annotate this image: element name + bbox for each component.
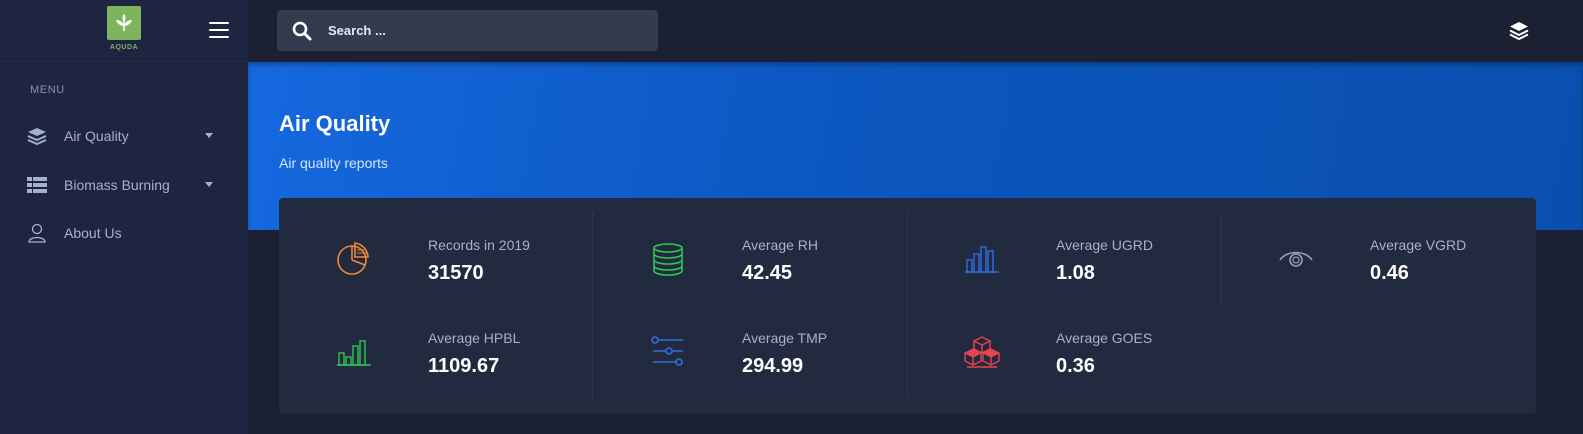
bar-chart-icon: [963, 240, 1001, 278]
sidebar-item-label: Biomass Burning: [64, 177, 170, 193]
table-list-icon: [27, 175, 47, 195]
logo[interactable]: AQUDA: [107, 6, 141, 52]
sidebar: AQUDA MENU Air Quality Biomass Burning A…: [0, 0, 248, 434]
boxes-icon: [963, 333, 1001, 371]
stat-average-goes: Average GOES 0.36: [907, 291, 1221, 384]
sidebar-item-biomass-burning[interactable]: Biomass Burning: [0, 165, 248, 205]
stat-value: 31570: [428, 262, 484, 284]
logo-text: AQUDA: [109, 44, 139, 51]
layers-icon: [27, 126, 47, 146]
eye-icon: [1277, 240, 1315, 278]
page-title: Air Quality: [279, 111, 391, 136]
stat-average-vgrd: Average VGRD 0.46: [1221, 198, 1535, 291]
leaf-logo-icon: [107, 6, 141, 40]
stat-average-hpbl: Average HPBL 1109.67: [279, 291, 593, 384]
stats-card: Records in 2019 31570 Average RH 42.45 A…: [279, 198, 1536, 414]
stat-label: Average TMP: [742, 330, 828, 346]
layers-icon[interactable]: [1508, 20, 1530, 42]
search-box[interactable]: [277, 10, 658, 51]
sidebar-item-about-us[interactable]: About Us: [0, 213, 248, 253]
stat-value: 294.99: [742, 355, 804, 377]
bar-chart-icon: [335, 333, 373, 371]
stat-label: Average RH: [742, 237, 819, 253]
stat-label: Average UGRD: [1056, 237, 1154, 253]
menu-title: MENU: [30, 84, 65, 96]
coins-icon: [649, 240, 687, 278]
stat-average-rh: Average RH 42.45: [593, 198, 907, 291]
sidebar-item-air-quality[interactable]: Air Quality: [0, 116, 248, 156]
pie-chart-icon: [335, 240, 373, 278]
sliders-icon: [649, 333, 687, 371]
stat-label: Average HPBL: [428, 330, 521, 346]
search-icon: [292, 21, 312, 41]
stat-value: 0.36: [1056, 355, 1095, 377]
user-icon: [27, 223, 47, 243]
search-input[interactable]: [328, 23, 648, 38]
sidebar-item-label: About Us: [64, 225, 122, 241]
caret-down-icon: [205, 133, 213, 138]
stat-value: 0.46: [1370, 262, 1409, 284]
stat-label: Average GOES: [1056, 330, 1153, 346]
sidebar-item-label: Air Quality: [64, 128, 129, 144]
stat-label: Average VGRD: [1370, 237, 1467, 253]
page-subtitle: Air quality reports: [279, 155, 388, 171]
stat-records: Records in 2019 31570: [279, 198, 593, 291]
stat-value: 1.08: [1056, 262, 1095, 284]
stat-average-tmp: Average TMP 294.99: [593, 291, 907, 384]
stat-label: Records in 2019: [428, 237, 530, 253]
menu-toggle-icon[interactable]: [209, 22, 229, 38]
stat-value: 42.45: [742, 262, 793, 284]
topbar: [248, 0, 1583, 62]
caret-down-icon: [205, 182, 213, 187]
brand: AQUDA: [0, 0, 248, 62]
stat-value: 1109.67: [428, 355, 500, 377]
stat-average-ugrd: Average UGRD 1.08: [907, 198, 1221, 291]
